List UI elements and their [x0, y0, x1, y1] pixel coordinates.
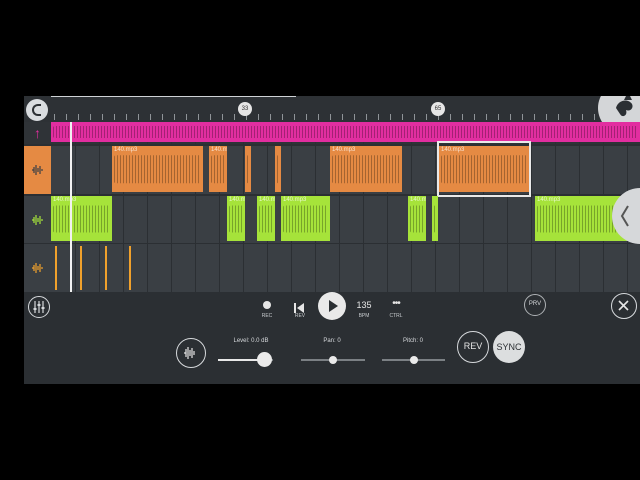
sync-button[interactable]: SYNC — [493, 331, 525, 363]
bar-marker-33[interactable]: 33 — [238, 102, 252, 116]
audio-clip[interactable]: 140.mp3 — [51, 196, 112, 241]
bpm-label: BPM — [358, 313, 370, 319]
drum-hit[interactable] — [80, 246, 82, 290]
audio-clip[interactable]: 140.mp3 — [209, 146, 227, 192]
audio-clip[interactable]: 140.mp3 — [112, 146, 203, 192]
ctrl-label: CTRL — [389, 313, 403, 319]
rewind-icon[interactable] — [293, 300, 305, 313]
play-icon[interactable] — [318, 292, 346, 320]
ruler-tick — [378, 114, 379, 120]
level-label: Level: 0.0 dB — [233, 338, 269, 344]
pitch-slider-knob[interactable] — [409, 356, 418, 364]
waveform-icon[interactable] — [24, 146, 51, 194]
ruler-tick — [114, 114, 115, 120]
rec-label: REC — [261, 313, 273, 319]
ruler-tick — [474, 114, 475, 120]
ruler-tick — [294, 114, 295, 120]
audio-clip[interactable]: 140.mp3 — [330, 146, 402, 192]
waveform-icon[interactable] — [24, 244, 51, 292]
lane-4[interactable] — [24, 244, 640, 292]
playhead[interactable] — [70, 122, 72, 292]
track-area[interactable]: ↑ 140.mp3 140.mp3 140.mp3 140.mp3 140.mp… — [24, 122, 640, 292]
waveform-icon[interactable] — [176, 338, 206, 368]
ruler-tick — [522, 114, 523, 120]
audio-clip[interactable] — [245, 146, 251, 192]
bpm-value[interactable]: 135 — [352, 300, 376, 310]
ruler-tick — [282, 114, 283, 120]
ruler-tick — [498, 114, 499, 120]
ruler-tick — [90, 114, 91, 120]
audio-clip[interactable]: 140.mp3 — [281, 196, 330, 241]
ruler-tick — [126, 114, 127, 120]
ruler-tick — [54, 114, 55, 120]
ruler-tick — [138, 114, 139, 120]
ruler-tick — [270, 114, 271, 120]
rev-label: REV — [294, 313, 306, 319]
rev-button[interactable]: REV — [457, 331, 489, 363]
pan-slider-knob[interactable] — [329, 356, 337, 364]
drum-hit[interactable] — [55, 246, 57, 290]
ruler-tick — [198, 114, 199, 120]
ruler-tick — [186, 114, 187, 120]
ruler-tick — [342, 114, 343, 120]
waveform-icon[interactable]: ↑ — [24, 122, 51, 144]
selection-outline — [437, 141, 531, 197]
ruler-tick — [594, 114, 595, 120]
ruler-tick — [534, 114, 535, 120]
audio-clip[interactable]: 140.mp3 — [227, 196, 245, 241]
waveform-icon[interactable] — [24, 196, 51, 243]
ruler-tick — [150, 114, 151, 120]
drum-hit[interactable] — [129, 246, 131, 290]
prv-button[interactable]: PRV — [524, 294, 546, 316]
ruler-tick — [570, 114, 571, 120]
ruler-tick — [222, 114, 223, 120]
ruler-tick — [306, 114, 307, 120]
ruler-tick — [462, 114, 463, 120]
ruler-tick — [546, 114, 547, 120]
ruler-tick — [162, 114, 163, 120]
ruler-tick — [354, 114, 355, 120]
audio-clip[interactable] — [275, 146, 281, 192]
magnet-icon[interactable] — [26, 99, 48, 121]
audio-clip[interactable]: 140.mp3 — [257, 196, 275, 241]
ruler-tick — [66, 114, 67, 120]
ruler-tick — [582, 114, 583, 120]
audio-clip[interactable] — [432, 196, 438, 241]
ruler-tick — [558, 114, 559, 120]
ruler-tick — [318, 114, 319, 120]
mixer-icon[interactable] — [28, 296, 50, 318]
ruler-tick — [210, 114, 211, 120]
record-icon[interactable] — [263, 301, 271, 309]
ruler-tick — [174, 114, 175, 120]
bar-marker-65[interactable]: 65 — [431, 102, 445, 116]
app-window: 33 65 ↑ 140.mp3 140.m 140.mp3 140.mp3 14… — [24, 96, 640, 384]
ruler-tick — [330, 114, 331, 120]
pan-label: Pan: 0 — [323, 338, 341, 344]
ruler-tick — [510, 114, 511, 120]
ruler-tick — [78, 114, 79, 120]
control-panel: REC REV 135 BPM ••• CTRL PRV Level: 0.0 … — [24, 292, 640, 384]
audio-clip[interactable] — [51, 122, 640, 142]
close-icon[interactable] — [611, 293, 637, 319]
ruler-tick — [402, 114, 403, 120]
ruler-tick — [450, 114, 451, 120]
ruler-tick — [366, 114, 367, 120]
ruler-tick — [258, 114, 259, 120]
timeline-ruler[interactable]: 33 65 — [24, 96, 640, 134]
ruler-tick — [390, 114, 391, 120]
level-slider-knob[interactable] — [257, 352, 273, 367]
pitch-label: Pitch: 0 — [402, 338, 423, 344]
grid-line — [531, 122, 532, 292]
ruler-tick — [102, 114, 103, 120]
drum-hit[interactable] — [105, 246, 107, 290]
ruler-tick — [414, 114, 415, 120]
ruler-tick — [234, 114, 235, 120]
ruler-tick — [426, 114, 427, 120]
chevron-left-icon[interactable] — [612, 188, 640, 244]
more-icon[interactable]: ••• — [386, 298, 406, 310]
audio-clip[interactable]: 140.mp3 — [408, 196, 426, 241]
loop-range-line[interactable] — [51, 96, 296, 97]
ruler-tick — [486, 114, 487, 120]
